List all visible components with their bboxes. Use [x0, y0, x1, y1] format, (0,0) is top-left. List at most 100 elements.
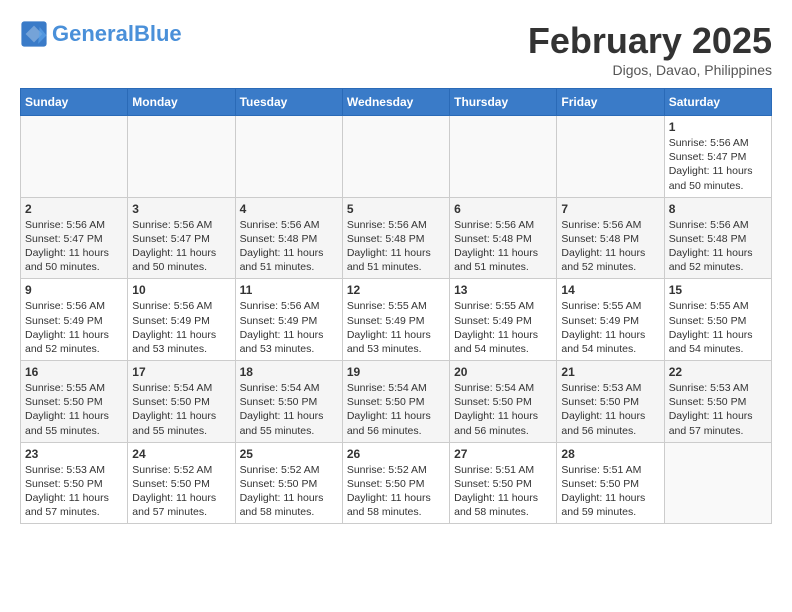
day-info: Sunrise: 5:54 AM Sunset: 5:50 PM Dayligh…	[240, 381, 338, 438]
calendar-cell: 21 Sunrise: 5:53 AM Sunset: 5:50 PM Dayli…	[557, 361, 664, 443]
day-info: Sunrise: 5:51 AM Sunset: 5:50 PM Dayligh…	[454, 463, 552, 520]
calendar-week-row: 16 Sunrise: 5:55 AM Sunset: 5:50 PM Dayli…	[21, 361, 772, 443]
calendar-cell: 28Sunrise: 5:51 AM Sunset: 5:50 PM Dayli…	[557, 442, 664, 524]
calendar-cell: 11 Sunrise: 5:56 AM Sunset: 5:49 PM Dayli…	[235, 279, 342, 361]
calendar-cell: 25 Sunrise: 5:52 AM Sunset: 5:50 PM Dayli…	[235, 442, 342, 524]
calendar-week-row: 1 Sunrise: 5:56 AM Sunset: 5:47 PM Daylig…	[21, 116, 772, 198]
day-number: 24	[132, 447, 230, 461]
day-number: 26	[347, 447, 445, 461]
day-info: Sunrise: 5:53 AM Sunset: 5:50 PM Dayligh…	[25, 463, 123, 520]
calendar-cell	[664, 442, 771, 524]
calendar-cell: 15 Sunrise: 5:55 AM Sunset: 5:50 PM Dayli…	[664, 279, 771, 361]
day-of-week-header: Thursday	[450, 89, 557, 116]
calendar-header: SundayMondayTuesdayWednesdayThursdayFrid…	[21, 89, 772, 116]
calendar-cell: 2 Sunrise: 5:56 AM Sunset: 5:47 PM Daylig…	[21, 197, 128, 279]
day-number: 6	[454, 202, 552, 216]
day-number: 10	[132, 283, 230, 297]
day-info: Sunrise: 5:56 AM Sunset: 5:47 PM Dayligh…	[25, 218, 123, 275]
day-of-week-header: Monday	[128, 89, 235, 116]
day-info: Sunrise: 5:56 AM Sunset: 5:47 PM Dayligh…	[132, 218, 230, 275]
location: Digos, Davao, Philippines	[528, 62, 772, 78]
day-number: 25	[240, 447, 338, 461]
day-info: Sunrise: 5:54 AM Sunset: 5:50 PM Dayligh…	[454, 381, 552, 438]
day-number: 3	[132, 202, 230, 216]
calendar-cell: 19Sunrise: 5:54 AM Sunset: 5:50 PM Dayli…	[342, 361, 449, 443]
day-number: 13	[454, 283, 552, 297]
calendar-cell: 22Sunrise: 5:53 AM Sunset: 5:50 PM Dayli…	[664, 361, 771, 443]
calendar-cell: 14 Sunrise: 5:55 AM Sunset: 5:49 PM Dayli…	[557, 279, 664, 361]
calendar-cell: 7Sunrise: 5:56 AM Sunset: 5:48 PM Daylig…	[557, 197, 664, 279]
day-info: Sunrise: 5:56 AM Sunset: 5:47 PM Dayligh…	[669, 136, 767, 193]
calendar-week-row: 23 Sunrise: 5:53 AM Sunset: 5:50 PM Dayli…	[21, 442, 772, 524]
calendar-cell	[128, 116, 235, 198]
logo-general: General	[52, 21, 134, 46]
day-info: Sunrise: 5:54 AM Sunset: 5:50 PM Dayligh…	[347, 381, 445, 438]
day-number: 4	[240, 202, 338, 216]
calendar-cell: 10 Sunrise: 5:56 AM Sunset: 5:49 PM Dayli…	[128, 279, 235, 361]
day-of-week-header: Saturday	[664, 89, 771, 116]
day-info: Sunrise: 5:52 AM Sunset: 5:50 PM Dayligh…	[347, 463, 445, 520]
day-info: Sunrise: 5:52 AM Sunset: 5:50 PM Dayligh…	[132, 463, 230, 520]
calendar-cell: 3 Sunrise: 5:56 AM Sunset: 5:47 PM Daylig…	[128, 197, 235, 279]
day-info: Sunrise: 5:55 AM Sunset: 5:50 PM Dayligh…	[25, 381, 123, 438]
calendar-cell	[21, 116, 128, 198]
day-number: 5	[347, 202, 445, 216]
calendar-cell: 6 Sunrise: 5:56 AM Sunset: 5:48 PM Daylig…	[450, 197, 557, 279]
day-number: 17	[132, 365, 230, 379]
day-info: Sunrise: 5:56 AM Sunset: 5:48 PM Dayligh…	[347, 218, 445, 275]
day-number: 9	[25, 283, 123, 297]
calendar-cell	[557, 116, 664, 198]
day-info: Sunrise: 5:52 AM Sunset: 5:50 PM Dayligh…	[240, 463, 338, 520]
day-info: Sunrise: 5:56 AM Sunset: 5:48 PM Dayligh…	[561, 218, 659, 275]
day-of-week-header: Wednesday	[342, 89, 449, 116]
logo: GeneralBlue	[20, 20, 182, 48]
month-title: February 2025	[528, 20, 772, 62]
calendar-cell: 23 Sunrise: 5:53 AM Sunset: 5:50 PM Dayli…	[21, 442, 128, 524]
calendar-cell: 4 Sunrise: 5:56 AM Sunset: 5:48 PM Daylig…	[235, 197, 342, 279]
day-info: Sunrise: 5:55 AM Sunset: 5:50 PM Dayligh…	[669, 299, 767, 356]
day-info: Sunrise: 5:56 AM Sunset: 5:49 PM Dayligh…	[240, 299, 338, 356]
calendar-cell: 16 Sunrise: 5:55 AM Sunset: 5:50 PM Dayli…	[21, 361, 128, 443]
calendar-cell	[450, 116, 557, 198]
calendar-cell	[342, 116, 449, 198]
day-number: 1	[669, 120, 767, 134]
calendar-cell: 18 Sunrise: 5:54 AM Sunset: 5:50 PM Dayli…	[235, 361, 342, 443]
day-number: 27	[454, 447, 552, 461]
day-number: 28	[561, 447, 659, 461]
day-info: Sunrise: 5:56 AM Sunset: 5:48 PM Dayligh…	[669, 218, 767, 275]
calendar-cell	[235, 116, 342, 198]
title-block: February 2025 Digos, Davao, Philippines	[528, 20, 772, 78]
day-info: Sunrise: 5:55 AM Sunset: 5:49 PM Dayligh…	[561, 299, 659, 356]
calendar-header-row: SundayMondayTuesdayWednesdayThursdayFrid…	[21, 89, 772, 116]
calendar-cell: 1 Sunrise: 5:56 AM Sunset: 5:47 PM Daylig…	[664, 116, 771, 198]
calendar-week-row: 9 Sunrise: 5:56 AM Sunset: 5:49 PM Daylig…	[21, 279, 772, 361]
calendar-cell: 12Sunrise: 5:55 AM Sunset: 5:49 PM Dayli…	[342, 279, 449, 361]
day-number: 18	[240, 365, 338, 379]
day-of-week-header: Sunday	[21, 89, 128, 116]
day-number: 20	[454, 365, 552, 379]
day-info: Sunrise: 5:56 AM Sunset: 5:48 PM Dayligh…	[454, 218, 552, 275]
calendar-table: SundayMondayTuesdayWednesdayThursdayFrid…	[20, 88, 772, 524]
day-number: 23	[25, 447, 123, 461]
logo-text: GeneralBlue	[52, 23, 182, 45]
day-number: 15	[669, 283, 767, 297]
day-info: Sunrise: 5:54 AM Sunset: 5:50 PM Dayligh…	[132, 381, 230, 438]
day-number: 2	[25, 202, 123, 216]
day-number: 14	[561, 283, 659, 297]
day-number: 11	[240, 283, 338, 297]
page-header: GeneralBlue February 2025 Digos, Davao, …	[20, 20, 772, 78]
day-info: Sunrise: 5:56 AM Sunset: 5:49 PM Dayligh…	[132, 299, 230, 356]
day-info: Sunrise: 5:56 AM Sunset: 5:48 PM Dayligh…	[240, 218, 338, 275]
logo-blue: Blue	[134, 21, 182, 46]
day-number: 8	[669, 202, 767, 216]
day-number: 12	[347, 283, 445, 297]
day-info: Sunrise: 5:53 AM Sunset: 5:50 PM Dayligh…	[669, 381, 767, 438]
calendar-cell: 20 Sunrise: 5:54 AM Sunset: 5:50 PM Dayli…	[450, 361, 557, 443]
calendar-cell: 9Sunrise: 5:56 AM Sunset: 5:49 PM Daylig…	[21, 279, 128, 361]
calendar-cell: 8 Sunrise: 5:56 AM Sunset: 5:48 PM Daylig…	[664, 197, 771, 279]
day-info: Sunrise: 5:53 AM Sunset: 5:50 PM Dayligh…	[561, 381, 659, 438]
day-number: 21	[561, 365, 659, 379]
calendar-body: 1 Sunrise: 5:56 AM Sunset: 5:47 PM Daylig…	[21, 116, 772, 524]
calendar-week-row: 2 Sunrise: 5:56 AM Sunset: 5:47 PM Daylig…	[21, 197, 772, 279]
day-number: 16	[25, 365, 123, 379]
